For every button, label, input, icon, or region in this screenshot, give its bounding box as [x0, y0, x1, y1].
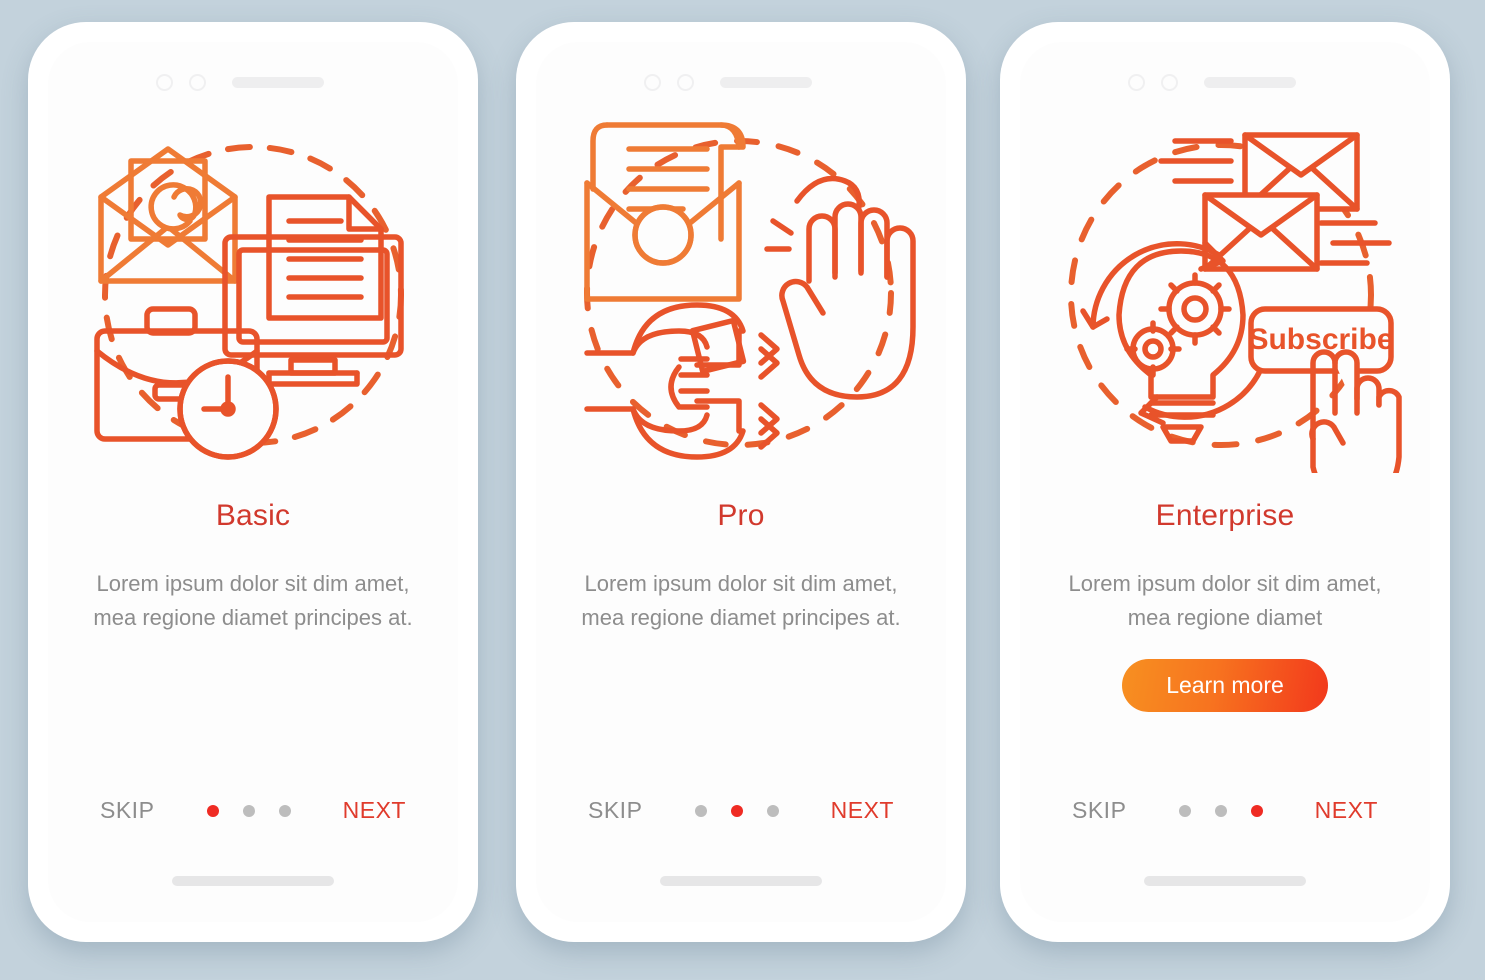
onboarding-nav-row: SKIP NEXT: [48, 797, 458, 824]
phone-mockup-pro: Pro Lorem ipsum dolor sit dim amet, mea …: [516, 22, 966, 942]
pagination-dot-3[interactable]: [278, 804, 291, 817]
home-indicator-bar[interactable]: [660, 876, 822, 886]
next-button[interactable]: NEXT: [343, 797, 406, 824]
briefcase-clock-icon: [94, 306, 279, 460]
screen-enterprise: Subscribe Enterprise Lorem ipsum dolor s…: [1020, 42, 1430, 922]
lightbulb-subscribe-illustration: Subscribe: [1045, 113, 1405, 473]
proximity-sensor-icon: [189, 74, 206, 91]
pagination-dot-1[interactable]: [206, 804, 219, 817]
skip-button[interactable]: SKIP: [588, 797, 642, 824]
pagination-dot-2[interactable]: [242, 804, 255, 817]
front-camera-icon: [156, 74, 173, 91]
pagination-dot-1[interactable]: [1178, 804, 1191, 817]
pagination-dots: [1178, 804, 1263, 817]
next-button[interactable]: NEXT: [831, 797, 894, 824]
pagination-dot-2[interactable]: [1214, 804, 1227, 817]
earpiece-speaker-icon: [720, 77, 812, 88]
status-notch-bar: [1020, 74, 1430, 91]
pagination-dot-2[interactable]: [730, 804, 743, 817]
onboarding-screens-stage: Basic Lorem ipsum dolor sit dim amet, me…: [0, 0, 1485, 980]
screen-title: Enterprise: [1155, 499, 1295, 532]
earpiece-speaker-icon: [1204, 77, 1296, 88]
screen-description: Lorem ipsum dolor sit dim amet, mea regi…: [1068, 571, 1382, 630]
screen-title: Pro: [717, 499, 765, 532]
earpiece-speaker-icon: [232, 77, 324, 88]
pagination-dots: [206, 804, 291, 817]
pagination-dot-1[interactable]: [694, 804, 707, 817]
letter-magnet-hand-illustration: [561, 113, 921, 473]
envelopes-speedlines-icon: [1158, 132, 1392, 272]
next-button[interactable]: NEXT: [1315, 797, 1378, 824]
pagination-dots: [694, 804, 779, 817]
phone-mockup-enterprise: Subscribe Enterprise Lorem ipsum dolor s…: [1000, 22, 1450, 942]
raised-hand-icon: [764, 175, 916, 400]
status-notch-bar: [48, 74, 458, 91]
proximity-sensor-icon: [677, 74, 694, 91]
lightbulb-gears-icon: [1080, 240, 1272, 444]
onboarding-nav-row: SKIP NEXT: [536, 797, 946, 824]
screen-description: Lorem ipsum dolor sit dim amet, mea regi…: [581, 571, 901, 630]
status-notch-bar: [536, 74, 946, 91]
home-indicator-bar[interactable]: [1144, 876, 1306, 886]
screen-description: Lorem ipsum dolor sit dim amet, mea regi…: [93, 571, 413, 630]
skip-button[interactable]: SKIP: [1072, 797, 1126, 824]
screen-title: Basic: [215, 499, 291, 532]
home-indicator-bar[interactable]: [172, 876, 334, 886]
pagination-dot-3[interactable]: [1250, 804, 1263, 817]
phone-mockup-basic: Basic Lorem ipsum dolor sit dim amet, me…: [28, 22, 478, 942]
screen-basic: Basic Lorem ipsum dolor sit dim amet, me…: [48, 42, 458, 922]
proximity-sensor-icon: [1161, 74, 1178, 91]
screen-pro: Pro Lorem ipsum dolor sit dim amet, mea …: [536, 42, 946, 922]
onboarding-nav-row: SKIP NEXT: [1020, 797, 1430, 824]
envelope-at-icon: [98, 146, 238, 284]
front-camera-icon: [1128, 74, 1145, 91]
email-document-briefcase-illustration: [73, 113, 433, 473]
pagination-dot-3[interactable]: [766, 804, 779, 817]
learn-more-button[interactable]: Learn more: [1122, 659, 1328, 712]
front-camera-icon: [644, 74, 661, 91]
skip-button[interactable]: SKIP: [100, 797, 154, 824]
